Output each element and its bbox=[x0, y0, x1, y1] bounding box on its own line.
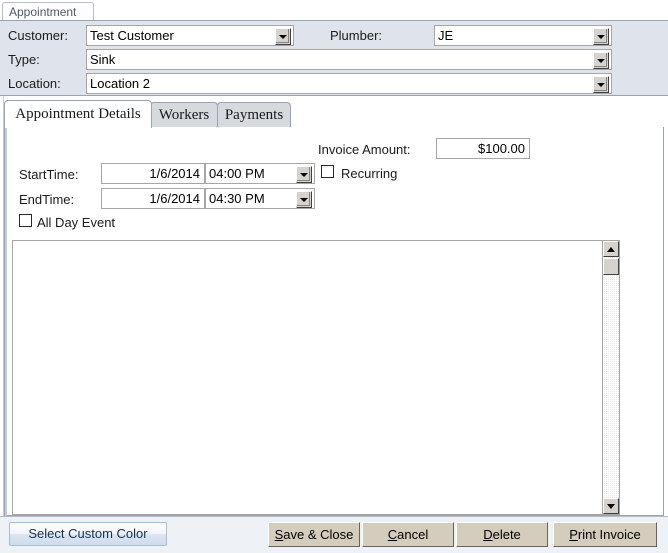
tab-payments[interactable]: Payments bbox=[217, 102, 291, 128]
tab-workers-label: Workers bbox=[158, 107, 210, 123]
tab-payments-label: Payments bbox=[224, 107, 284, 123]
delete-button[interactable]: Delete bbox=[456, 522, 548, 547]
type-label: Type: bbox=[8, 52, 40, 67]
panel-left-accent bbox=[5, 127, 7, 516]
cancel-button[interactable]: Cancel bbox=[362, 522, 454, 547]
all-day-event-checkbox[interactable] bbox=[19, 214, 32, 227]
print-invoice-label: rint Invoice bbox=[577, 527, 641, 542]
end-time-value: 04:30 PM bbox=[209, 191, 265, 206]
notes-vertical-scrollbar[interactable] bbox=[602, 241, 619, 514]
delete-accel: D bbox=[483, 527, 493, 542]
start-time-dropdown-chevron-down-icon[interactable] bbox=[296, 166, 312, 183]
notes-memo-field[interactable] bbox=[12, 240, 620, 515]
plumber-combo[interactable]: JE bbox=[434, 25, 612, 46]
end-time-dropdown-chevron-down-icon[interactable] bbox=[296, 191, 312, 208]
form-header: Customer: Test Customer Plumber: JE Type… bbox=[0, 20, 668, 96]
title-bar-filler bbox=[94, 0, 668, 20]
print-invoice-button[interactable]: Print Invoice bbox=[553, 522, 657, 547]
plumber-dropdown-chevron-down-icon[interactable] bbox=[593, 28, 609, 45]
all-day-event-label: All Day Event bbox=[37, 215, 116, 230]
end-time-label: EndTime: bbox=[19, 192, 75, 207]
select-custom-color-button[interactable]: Select Custom Color bbox=[9, 522, 167, 546]
start-time-value: 04:00 PM bbox=[209, 166, 265, 181]
invoice-amount-label: Invoice Amount: bbox=[318, 142, 411, 157]
title-bar: Appointment bbox=[0, 0, 668, 20]
tab-strip: Appointment Details Workers Payments bbox=[4, 100, 664, 128]
start-time-combo[interactable]: 04:00 PM bbox=[205, 163, 315, 184]
select-custom-color-label: Select Custom Color bbox=[28, 526, 148, 541]
location-dropdown-chevron-down-icon[interactable] bbox=[593, 76, 609, 93]
location-value: Location 2 bbox=[90, 76, 150, 91]
tab-workers[interactable]: Workers bbox=[150, 102, 218, 128]
print-invoice-accel: P bbox=[569, 527, 578, 542]
start-date-field[interactable]: 1/6/2014 bbox=[101, 163, 205, 184]
plumber-label: Plumber: bbox=[330, 28, 383, 43]
start-time-label: StartTime: bbox=[19, 167, 79, 182]
window-title-tab[interactable]: Appointment bbox=[2, 2, 94, 20]
invoice-amount-field[interactable]: $100.00 bbox=[436, 138, 530, 159]
tab-appointment-details-label: Appointment Details bbox=[15, 106, 141, 122]
type-dropdown-chevron-down-icon[interactable] bbox=[593, 52, 609, 69]
save-and-close-accel: S bbox=[274, 527, 284, 542]
invoice-amount-value: $100.00 bbox=[478, 141, 525, 156]
scroll-up-triangle-up-icon[interactable] bbox=[603, 241, 619, 257]
type-value: Sink bbox=[90, 52, 116, 67]
end-date-value: 1/6/2014 bbox=[149, 191, 200, 206]
recurring-label: Recurring bbox=[341, 166, 398, 181]
type-combo[interactable]: Sink bbox=[86, 49, 612, 70]
location-label: Location: bbox=[8, 76, 61, 91]
tab-appointment-details[interactable]: Appointment Details bbox=[4, 100, 152, 128]
customer-value: Test Customer bbox=[90, 28, 174, 43]
customer-dropdown-chevron-down-icon[interactable] bbox=[275, 28, 291, 45]
customer-combo[interactable]: Test Customer bbox=[86, 25, 294, 46]
recurring-checkbox[interactable] bbox=[321, 165, 334, 178]
window-title: Appointment bbox=[9, 5, 77, 19]
cancel-accel: C bbox=[387, 527, 398, 542]
end-date-field[interactable]: 1/6/2014 bbox=[101, 188, 205, 209]
scroll-down-triangle-down-icon[interactable] bbox=[603, 498, 619, 514]
right-gutter bbox=[664, 96, 668, 516]
location-combo[interactable]: Location 2 bbox=[86, 73, 612, 94]
end-time-combo[interactable]: 04:30 PM bbox=[205, 188, 315, 209]
customer-label: Customer: bbox=[8, 28, 68, 43]
plumber-value: JE bbox=[438, 28, 454, 43]
start-date-value: 1/6/2014 bbox=[149, 166, 200, 181]
appointment-window: Appointment Customer: Test Customer Plum… bbox=[0, 0, 668, 553]
delete-label: elete bbox=[492, 527, 521, 542]
cancel-label: ancel bbox=[397, 527, 429, 542]
scrollbar-thumb[interactable] bbox=[603, 258, 619, 275]
save-and-close-button[interactable]: Save & Close bbox=[268, 522, 360, 547]
save-and-close-label: ave & Close bbox=[283, 527, 354, 542]
